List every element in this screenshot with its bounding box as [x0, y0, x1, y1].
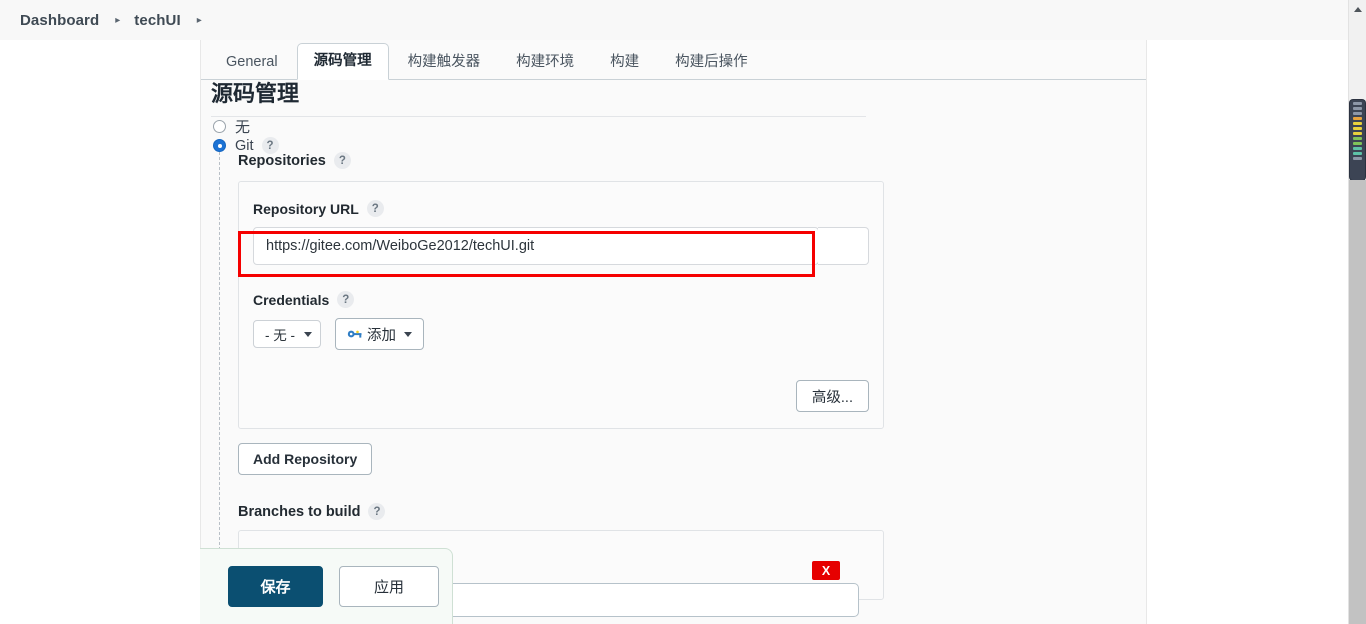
repositories-label-row: Repositories ?: [238, 152, 1119, 169]
scrollbar-up-arrow-icon[interactable]: [1354, 7, 1362, 12]
scm-option-none[interactable]: 无: [213, 116, 250, 137]
advanced-button[interactable]: 高级...: [795, 380, 869, 412]
credentials-label-row: Credentials ?: [253, 291, 869, 308]
save-button[interactable]: 保存: [228, 566, 323, 607]
section-header: 源码管理: [211, 76, 866, 117]
tab-build-environment[interactable]: 构建环境: [499, 45, 591, 80]
breadcrumb-trailing-separator-icon[interactable]: ▸: [197, 15, 202, 26]
repository-url-label-row: Repository URL ?: [253, 200, 869, 217]
radio-none-icon[interactable]: [213, 120, 226, 133]
add-repository-button[interactable]: Add Repository: [238, 443, 373, 475]
config-tabbar: General 源码管理 构建触发器 构建环境 构建 构建后操作: [201, 40, 1146, 80]
radio-git-icon[interactable]: [213, 139, 226, 152]
git-settings-block: Repositories ? Repository URL ? Credenti…: [219, 152, 1119, 617]
x-badge-annotation: X: [812, 561, 840, 580]
page-scrollbar[interactable]: [1348, 0, 1366, 624]
advanced-button-row: 高级...: [253, 380, 869, 412]
credentials-controls: - 无 - 添加: [253, 318, 869, 350]
branches-to-build-label: Branches to build: [238, 503, 361, 520]
help-icon-branches[interactable]: ?: [368, 503, 386, 520]
repositories-label: Repositories: [238, 152, 326, 169]
tab-post-build-actions[interactable]: 构建后操作: [658, 45, 765, 80]
add-credentials-button[interactable]: 添加: [335, 318, 424, 350]
help-icon-repository-url[interactable]: ?: [366, 200, 384, 217]
section-divider: [211, 116, 866, 117]
breadcrumb-item-dashboard[interactable]: Dashboard: [20, 12, 99, 29]
credentials-section: Credentials ? - 无 - 添加: [253, 291, 869, 350]
breadcrumb-separator-icon: ▸: [115, 14, 121, 26]
add-credentials-label: 添加: [367, 327, 396, 344]
repository-card: Repository URL ? Credentials ? - 无 -: [238, 181, 884, 429]
breadcrumb-bar: Dashboard ▸ techUI ▸: [0, 0, 1348, 40]
credentials-select[interactable]: - 无 -: [253, 320, 321, 348]
apply-button[interactable]: 应用: [339, 566, 439, 607]
repository-url-label: Repository URL: [253, 200, 359, 217]
repository-url-input[interactable]: [253, 227, 820, 265]
help-icon-credentials[interactable]: ?: [337, 291, 355, 308]
breadcrumb-item-techui[interactable]: techUI: [134, 12, 180, 29]
tab-build-triggers[interactable]: 构建触发器: [391, 45, 498, 80]
repository-url-input-addon: [818, 227, 869, 265]
tab-source-code-management[interactable]: 源码管理: [296, 42, 389, 80]
chevron-down-icon: [404, 331, 412, 337]
job-config-panel: General 源码管理 构建触发器 构建环境 构建 构建后操作 源码管理 无 …: [200, 40, 1147, 624]
tab-general[interactable]: General: [209, 45, 295, 80]
inner-scroll-column: [1330, 0, 1348, 40]
help-icon-repositories[interactable]: ?: [333, 152, 351, 169]
scrollbar-thumb[interactable]: [1350, 100, 1365, 180]
key-icon: [347, 328, 363, 340]
scm-option-none-label: 无: [235, 119, 251, 136]
repository-url-row: [253, 227, 869, 265]
page-title: 源码管理: [211, 81, 300, 106]
tab-build[interactable]: 构建: [593, 45, 656, 80]
branches-label-row: Branches to build ?: [238, 503, 1119, 520]
sticky-action-bar: 保存 应用: [200, 548, 453, 624]
scrollbar-track-lower[interactable]: [1349, 180, 1366, 624]
page-canvas: General 源码管理 构建触发器 构建环境 构建 构建后操作 源码管理 无 …: [0, 40, 1348, 624]
credentials-label: Credentials: [253, 291, 330, 308]
